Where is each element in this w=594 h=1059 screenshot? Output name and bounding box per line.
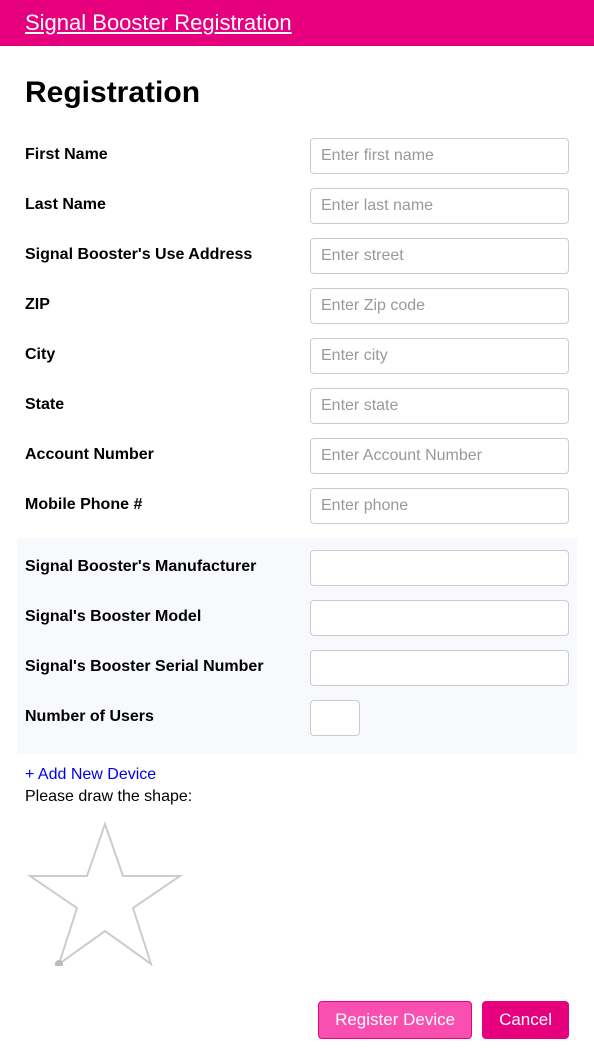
label-first-name: First Name bbox=[25, 138, 310, 164]
star-icon bbox=[25, 816, 185, 966]
register-button[interactable]: Register Device bbox=[318, 1001, 472, 1039]
input-num-users[interactable] bbox=[310, 700, 360, 736]
row-account-number: Account Number bbox=[25, 438, 569, 474]
row-city: City bbox=[25, 338, 569, 374]
input-zip[interactable] bbox=[310, 288, 569, 324]
page-title: Registration bbox=[25, 76, 569, 110]
row-mobile-phone: Mobile Phone # bbox=[25, 488, 569, 524]
main-content: Registration First Name Last Name Signal… bbox=[0, 46, 594, 1059]
row-state: State bbox=[25, 388, 569, 424]
label-serial: Signal's Booster Serial Number bbox=[25, 650, 310, 676]
row-manufacturer: Signal Booster's Manufacturer bbox=[25, 550, 569, 586]
label-zip: ZIP bbox=[25, 288, 310, 314]
input-city[interactable] bbox=[310, 338, 569, 374]
draw-shape-label: Please draw the shape: bbox=[25, 788, 569, 806]
row-first-name: First Name bbox=[25, 138, 569, 174]
device-section: Signal Booster's Manufacturer Signal's B… bbox=[17, 538, 577, 754]
cancel-button[interactable]: Cancel bbox=[482, 1001, 569, 1039]
input-last-name[interactable] bbox=[310, 188, 569, 224]
row-serial: Signal's Booster Serial Number bbox=[25, 650, 569, 686]
input-account-number[interactable] bbox=[310, 438, 569, 474]
label-mobile-phone: Mobile Phone # bbox=[25, 488, 310, 514]
label-manufacturer: Signal Booster's Manufacturer bbox=[25, 550, 310, 576]
input-serial[interactable] bbox=[310, 650, 569, 686]
label-num-users: Number of Users bbox=[25, 700, 310, 726]
page-header: Signal Booster Registration bbox=[0, 0, 594, 46]
row-zip: ZIP bbox=[25, 288, 569, 324]
row-last-name: Last Name bbox=[25, 188, 569, 224]
header-title-link[interactable]: Signal Booster Registration bbox=[25, 10, 292, 35]
input-mobile-phone[interactable] bbox=[310, 488, 569, 524]
label-last-name: Last Name bbox=[25, 188, 310, 214]
button-row: Register Device Cancel bbox=[25, 1001, 569, 1039]
label-model: Signal's Booster Model bbox=[25, 600, 310, 626]
label-use-address: Signal Booster's Use Address bbox=[25, 238, 310, 264]
row-model: Signal's Booster Model bbox=[25, 600, 569, 636]
label-state: State bbox=[25, 388, 310, 414]
row-num-users: Number of Users bbox=[25, 700, 569, 736]
input-use-address[interactable] bbox=[310, 238, 569, 274]
label-city: City bbox=[25, 338, 310, 364]
input-state[interactable] bbox=[310, 388, 569, 424]
row-use-address: Signal Booster's Use Address bbox=[25, 238, 569, 274]
add-device-link[interactable]: + Add New Device bbox=[25, 766, 156, 784]
label-account-number: Account Number bbox=[25, 438, 310, 464]
star-captcha[interactable] bbox=[25, 816, 569, 971]
input-first-name[interactable] bbox=[310, 138, 569, 174]
input-manufacturer[interactable] bbox=[310, 550, 569, 586]
input-model[interactable] bbox=[310, 600, 569, 636]
